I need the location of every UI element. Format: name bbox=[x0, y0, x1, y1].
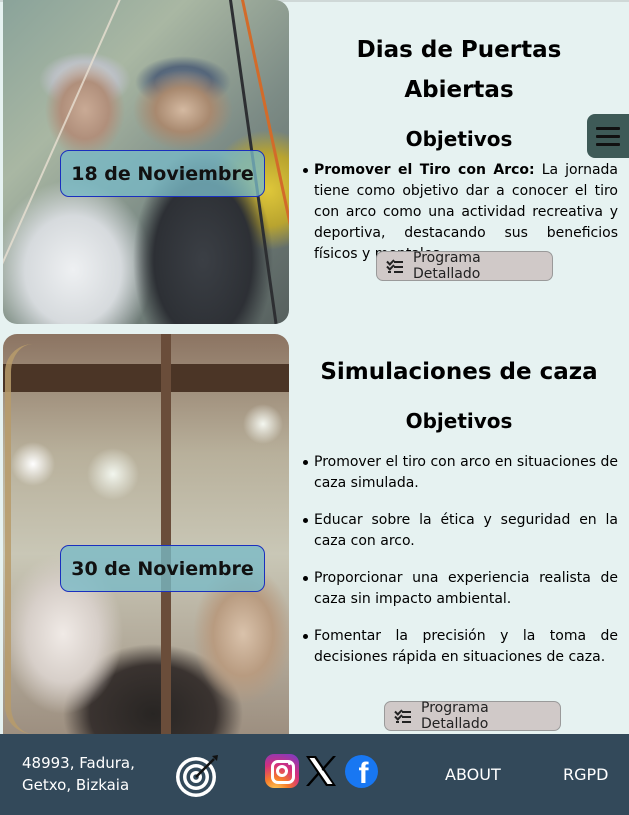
objective-item: Fomentar la precisión y la toma de decis… bbox=[303, 626, 618, 668]
footer: 48993, Fadura, Getxo, Bizkaia f ABOUT RG… bbox=[0, 734, 629, 815]
objective-item: Promover el tiro con arco en situaciones… bbox=[303, 452, 618, 494]
objectives-heading: Objetivos bbox=[405, 409, 513, 433]
objective-item: Educar sobre la ética y seguridad en la … bbox=[303, 510, 618, 552]
facebook-icon[interactable]: f bbox=[345, 755, 378, 788]
objective-item: Proporcionar una experiencia realista de… bbox=[303, 568, 618, 610]
footer-address: 48993, Fadura, Getxo, Bizkaia bbox=[22, 752, 135, 796]
button-label: Programa Detallado bbox=[413, 250, 481, 282]
objectives-list: Promover el tiro con arco en situaciones… bbox=[300, 452, 618, 668]
button-label: Programa Detallado bbox=[421, 700, 489, 732]
event-date-badge: 18 de Noviembre bbox=[60, 150, 265, 197]
instagram-icon[interactable] bbox=[265, 754, 299, 788]
event-info-simulaciones-caza: Simulaciones de caza Objetivos Promover … bbox=[300, 352, 618, 684]
hamburger-menu-icon[interactable] bbox=[587, 114, 629, 158]
event-image-simulaciones-caza: 30 de Noviembre bbox=[3, 334, 289, 734]
objectives-heading: Objetivos bbox=[405, 127, 513, 151]
objective-bold: Promover el Tiro con Arco: bbox=[314, 162, 535, 178]
x-icon[interactable] bbox=[304, 754, 338, 788]
address-line: 48993, Fadura, bbox=[22, 754, 135, 772]
about-link[interactable]: ABOUT bbox=[445, 765, 501, 784]
programa-detallado-button[interactable]: Programa Detallado bbox=[376, 250, 553, 282]
event-info-puertas-abiertas: Dias de Puertas Abiertas Objetivos Promo… bbox=[300, 30, 618, 281]
event-image-puertas-abiertas: 18 de Noviembre bbox=[3, 0, 289, 324]
address-line: Getxo, Bizkaia bbox=[22, 776, 130, 794]
checklist-icon bbox=[386, 257, 403, 273]
bow-graphic bbox=[5, 344, 33, 734]
event-title: Simulaciones de caza bbox=[320, 359, 598, 385]
checklist-icon bbox=[394, 707, 411, 723]
programa-detallado-button[interactable]: Programa Detallado bbox=[384, 700, 561, 732]
event-date-badge: 30 de Noviembre bbox=[60, 545, 265, 592]
event-title: Dias de Puertas Abiertas bbox=[356, 37, 562, 103]
archery-target-icon[interactable] bbox=[174, 753, 220, 799]
rgpd-link[interactable]: RGPD bbox=[563, 765, 608, 784]
